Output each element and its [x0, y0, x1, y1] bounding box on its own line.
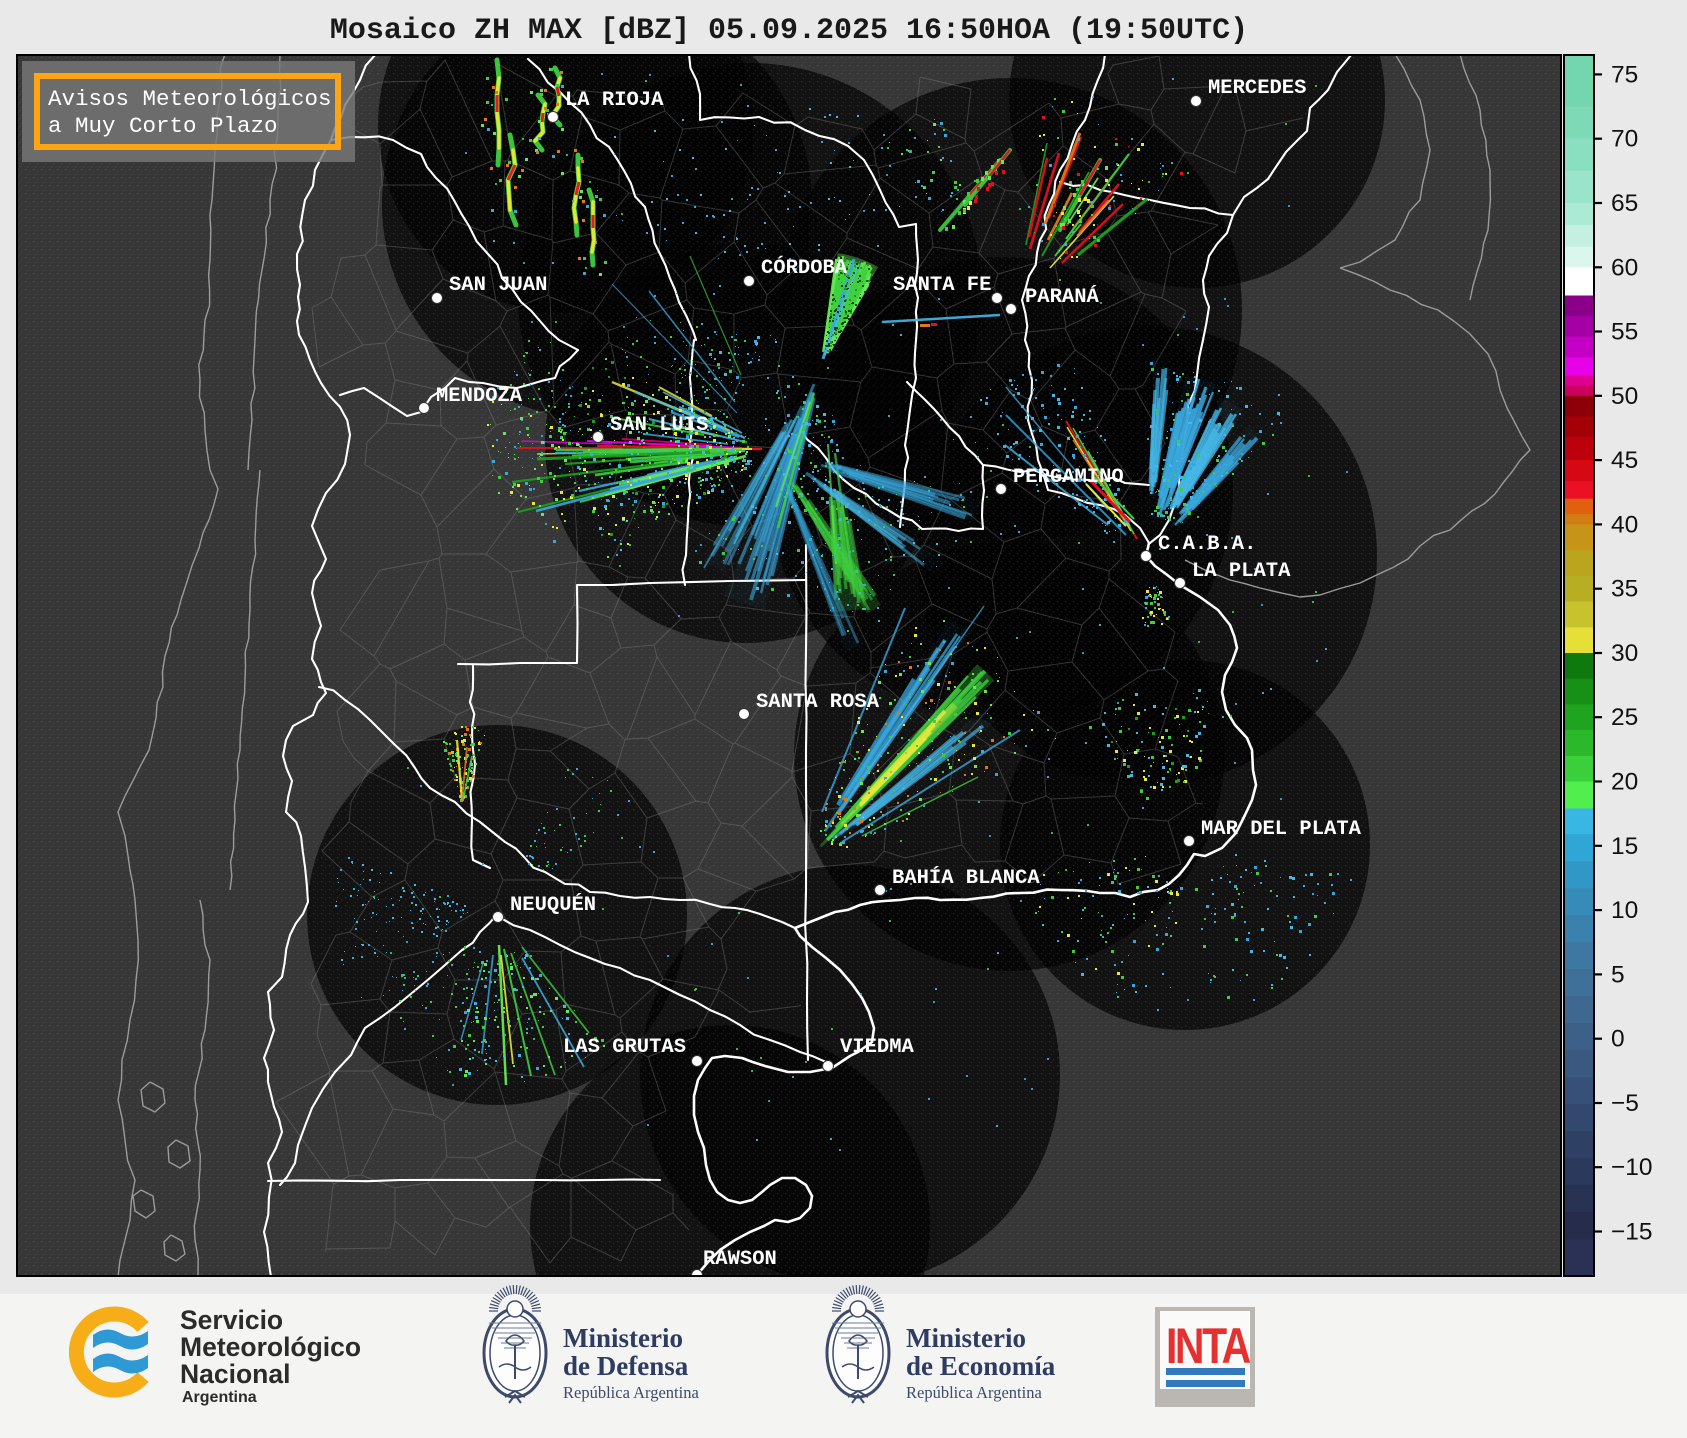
svg-text:10: 10	[1611, 897, 1638, 924]
svg-text:Ministerio: Ministerio	[906, 1323, 1026, 1353]
svg-text:Servicio: Servicio	[180, 1305, 283, 1335]
svg-text:Avisos Meteorológicos: Avisos Meteorológicos	[48, 86, 332, 112]
svg-text:MENDOZA: MENDOZA	[436, 385, 523, 408]
svg-text:25: 25	[1611, 704, 1638, 731]
svg-text:Meteorológico: Meteorológico	[180, 1332, 361, 1362]
svg-text:BAHÍA BLANCA: BAHÍA BLANCA	[892, 866, 1040, 890]
svg-text:PARANÁ: PARANÁ	[1025, 285, 1100, 309]
svg-text:INTA: INTA	[1166, 1318, 1250, 1374]
svg-text:75: 75	[1611, 61, 1638, 88]
svg-text:65: 65	[1611, 190, 1638, 217]
svg-text:70: 70	[1611, 126, 1638, 153]
svg-text:35: 35	[1611, 576, 1638, 603]
svg-text:SANTA ROSA: SANTA ROSA	[756, 691, 880, 714]
svg-text:50: 50	[1611, 383, 1638, 410]
svg-text:5: 5	[1611, 961, 1625, 988]
svg-text:55: 55	[1611, 319, 1638, 346]
svg-text:CÓRDOBA: CÓRDOBA	[761, 256, 848, 280]
svg-text:40: 40	[1611, 511, 1638, 538]
svg-text:45: 45	[1611, 447, 1638, 474]
svg-text:−5: −5	[1611, 1090, 1639, 1117]
svg-text:de Defensa: de Defensa	[563, 1351, 689, 1381]
svg-text:20: 20	[1611, 769, 1638, 796]
svg-text:SAN LUIS: SAN LUIS	[610, 414, 708, 437]
svg-text:0: 0	[1611, 1026, 1625, 1053]
svg-text:60: 60	[1611, 254, 1638, 281]
svg-text:NEUQUÉN: NEUQUÉN	[510, 893, 596, 917]
svg-text:PERGAMINO: PERGAMINO	[1013, 466, 1124, 489]
svg-text:RAWSON: RAWSON	[703, 1248, 777, 1271]
svg-text:MERCEDES: MERCEDES	[1208, 77, 1306, 100]
svg-text:República Argentina: República Argentina	[563, 1383, 699, 1402]
svg-text:de Economía: de Economía	[906, 1351, 1056, 1381]
svg-text:Argentina: Argentina	[182, 1389, 257, 1406]
svg-text:SANTA FE: SANTA FE	[893, 274, 991, 297]
svg-text:SAN JUAN: SAN JUAN	[449, 274, 547, 297]
svg-text:Ministerio: Ministerio	[563, 1323, 683, 1353]
svg-text:30: 30	[1611, 640, 1638, 667]
svg-text:Nacional: Nacional	[180, 1359, 290, 1389]
svg-text:−10: −10	[1611, 1154, 1653, 1181]
svg-text:a Muy Corto Plazo: a Muy Corto Plazo	[48, 113, 278, 139]
svg-text:−15: −15	[1611, 1219, 1653, 1246]
svg-text:LA PLATA: LA PLATA	[1192, 560, 1291, 583]
svg-text:LA RIOJA: LA RIOJA	[565, 89, 664, 112]
svg-text:República Argentina: República Argentina	[906, 1383, 1042, 1402]
svg-text:LAS GRUTAS: LAS GRUTAS	[563, 1036, 686, 1059]
svg-text:MAR DEL PLATA: MAR DEL PLATA	[1201, 818, 1362, 841]
svg-text:15: 15	[1611, 833, 1638, 860]
svg-text:C.A.B.A.: C.A.B.A.	[1158, 533, 1256, 556]
svg-text:VIEDMA: VIEDMA	[840, 1036, 915, 1059]
